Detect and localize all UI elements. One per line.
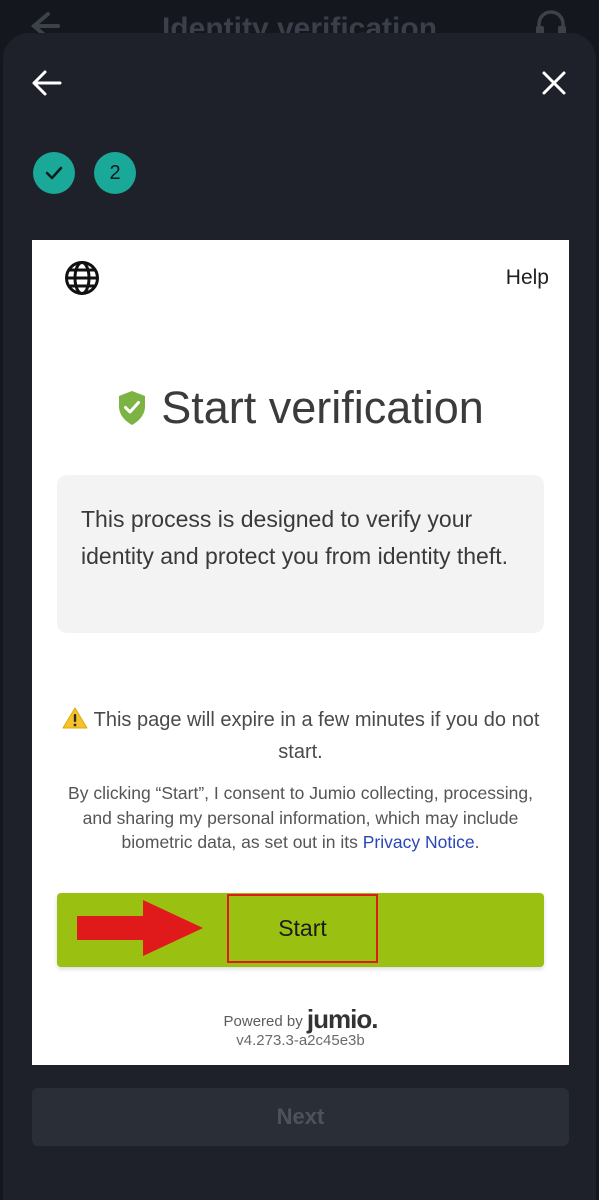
close-icon[interactable] bbox=[539, 68, 569, 98]
check-icon bbox=[45, 166, 63, 180]
step-indicator-current: 2 bbox=[94, 152, 136, 194]
powered-by-text: Powered by bbox=[223, 1013, 303, 1030]
page-title: Start verification bbox=[161, 382, 484, 433]
next-button[interactable]: Next bbox=[32, 1088, 569, 1146]
privacy-notice-link[interactable]: Privacy Notice bbox=[363, 832, 475, 852]
shield-check-icon bbox=[119, 391, 146, 425]
help-link[interactable]: Help bbox=[506, 266, 549, 290]
warning-text: This page will expire in a few minutes i… bbox=[93, 709, 540, 763]
info-box: This process is designed to verify your … bbox=[57, 475, 544, 633]
info-text: This process is designed to verify your … bbox=[81, 506, 509, 569]
jumio-logo: jumio. bbox=[306, 1004, 379, 1034]
jumio-verification-card: Help Start verification This process is … bbox=[32, 240, 569, 1065]
consent-end: . bbox=[474, 832, 480, 852]
globe-language-icon[interactable] bbox=[64, 260, 100, 296]
powered-by: Powered by jumio. bbox=[32, 1004, 569, 1035]
red-arrow-annotation-icon bbox=[77, 900, 203, 956]
expiry-warning: This page will expire in a few minutes i… bbox=[57, 704, 544, 768]
title-row: Start verification bbox=[32, 382, 569, 434]
start-button[interactable]: Start bbox=[57, 893, 544, 967]
step-indicator-completed bbox=[33, 152, 75, 194]
warning-icon bbox=[62, 707, 88, 729]
back-arrow-icon[interactable] bbox=[30, 68, 64, 98]
start-button-label[interactable]: Start bbox=[227, 894, 378, 963]
version-text: v4.273.3-a2c45e3b bbox=[236, 1032, 365, 1049]
consent-text: By clicking “Start”, I consent to Jumio … bbox=[57, 781, 544, 855]
